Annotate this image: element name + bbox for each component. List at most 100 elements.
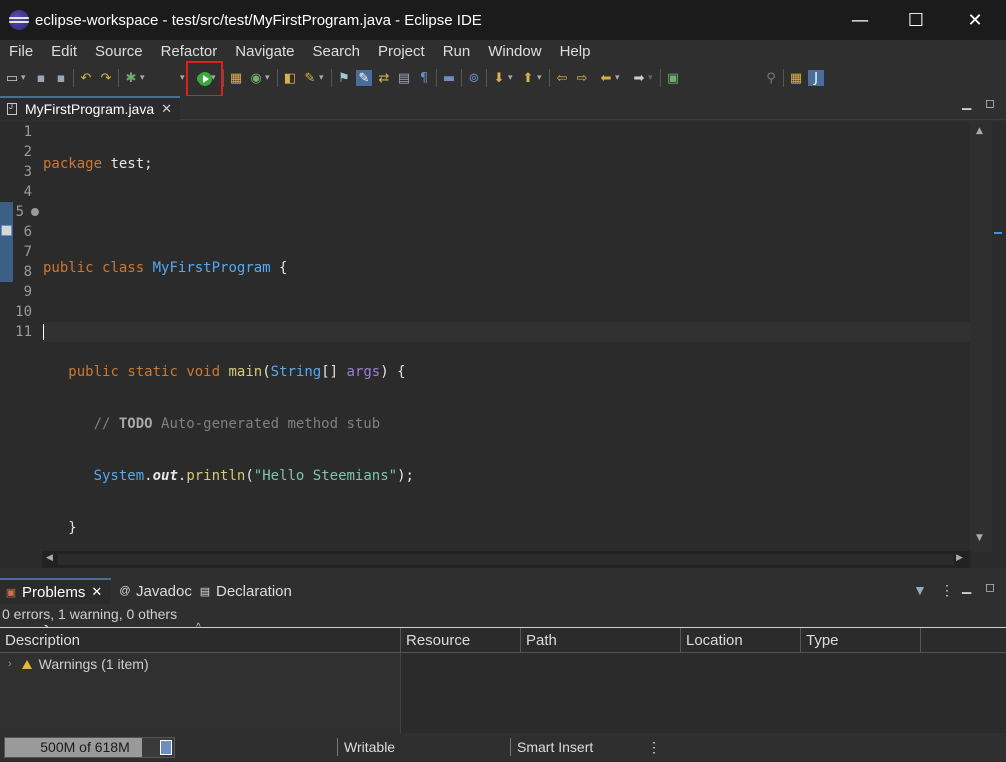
fold-toggle-icon[interactable] — [31, 208, 39, 216]
heap-status[interactable]: 500M of 618M — [4, 737, 175, 758]
minimize-button[interactable]: — — [837, 0, 883, 40]
tab-myfirstprogram-java[interactable]: MyFirstProgram.java ✕ — [0, 96, 180, 120]
column-resource[interactable]: Resource — [401, 628, 521, 653]
back-icon[interactable]: ⬅ — [598, 70, 614, 86]
open-type-icon[interactable]: ◧ — [282, 70, 298, 86]
eclipse-logo-icon — [9, 10, 29, 30]
tab-problems[interactable]: ▣ Problems ✕ — [0, 578, 111, 604]
menu-bar: File Edit Source Refactor Navigate Searc… — [0, 40, 1006, 62]
overview-ruler-marker[interactable] — [994, 232, 1002, 234]
forward-icon[interactable]: ➡ — [631, 70, 647, 86]
tab-declaration[interactable]: ▤ Declaration — [194, 578, 292, 604]
close-tab-icon[interactable]: ✕ — [161, 101, 172, 117]
scrollbar-thumb[interactable] — [58, 554, 954, 565]
forward-dropdown-icon[interactable]: ▾ — [648, 70, 656, 86]
menu-search[interactable]: Search — [303, 43, 369, 60]
debug-icon[interactable]: ✱ — [123, 70, 139, 86]
undo-icon[interactable]: ↶ — [78, 70, 94, 86]
code-token: . — [144, 468, 153, 484]
show-whitespace-icon[interactable]: ▤ — [396, 70, 412, 86]
tab-javadoc[interactable]: @ Javadoc — [114, 578, 191, 604]
save-icon[interactable]: ▪ — [33, 70, 49, 86]
menu-edit[interactable]: Edit — [42, 43, 86, 60]
line-number: 7 — [23, 244, 32, 260]
status-more-icon[interactable]: ⋮ — [647, 739, 661, 756]
code-token: test; — [102, 156, 153, 172]
filter-icon[interactable]: ▼ — [913, 582, 927, 598]
scroll-down-icon[interactable]: ▼ — [976, 533, 983, 543]
scroll-right-icon[interactable]: ▶ — [956, 553, 963, 563]
toggle-breadcrumb-icon[interactable]: ⚑ — [336, 70, 352, 86]
paragraph-icon[interactable]: ¶ — [416, 70, 432, 86]
search-icon[interactable]: ⚲ — [763, 70, 779, 86]
back-dropdown-icon[interactable]: ▾ — [615, 70, 623, 86]
maximize-view-icon[interactable]: ◻ — [985, 580, 995, 594]
menu-source[interactable]: Source — [86, 43, 152, 60]
maximize-editor-icon[interactable]: ◻ — [985, 96, 995, 110]
menu-window[interactable]: Window — [479, 43, 550, 60]
column-type[interactable]: Type — [801, 628, 921, 653]
new-icon[interactable]: ▭ — [4, 70, 20, 86]
tree-row-warnings[interactable]: › Warnings (1 item) — [8, 656, 149, 672]
code-editor[interactable]: 1 2 3 4 5 6 7 8 9 10 11 package test; pu… — [0, 122, 1006, 640]
block-selection-icon[interactable]: ⇄ — [376, 70, 392, 86]
toolbar-separator — [73, 69, 74, 87]
next-annotation-icon[interactable]: ⬇ — [491, 70, 507, 86]
debug-dropdown-icon[interactable]: ▾ — [140, 70, 148, 86]
text-caret — [43, 324, 44, 340]
tab-label: MyFirstProgram.java — [25, 101, 155, 117]
search-tool-icon[interactable]: ✎ — [302, 70, 318, 86]
open-perspective-icon[interactable]: ▦ — [788, 70, 804, 86]
horizontal-scrollbar[interactable]: ◀ ▶ — [42, 551, 970, 568]
column-location[interactable]: Location — [681, 628, 801, 653]
code-line: public static void main(String[] args) { — [43, 362, 968, 382]
task-marker-icon[interactable] — [1, 225, 12, 236]
prev-annotation-icon[interactable]: ⬆ — [520, 70, 536, 86]
static-field: out — [152, 468, 178, 484]
next-annotation-dropdown-icon[interactable]: ▾ — [508, 70, 516, 86]
new-package-icon[interactable]: ▦ — [228, 70, 244, 86]
status-bar: 500M of 618M Writable Smart Insert ⋮ — [0, 735, 1006, 762]
toolbar-separator — [118, 69, 119, 87]
prev-annotation-dropdown-icon[interactable]: ▾ — [537, 70, 545, 86]
view-menu-icon[interactable]: ⋮ — [940, 582, 954, 599]
redo-icon[interactable]: ↷ — [98, 70, 114, 86]
vertical-scrollbar[interactable]: ▲ ▼ — [970, 122, 992, 552]
menu-run[interactable]: Run — [434, 43, 480, 60]
comment: Auto-generated method stub — [152, 416, 381, 432]
keyword: public — [43, 260, 94, 276]
code-line: public class MyFirstProgram { — [43, 258, 968, 278]
close-tab-icon[interactable]: ✕ — [91, 584, 102, 600]
next-edit-icon[interactable]: ⇨ — [574, 70, 590, 86]
last-edit-icon[interactable]: ⇦ — [554, 70, 570, 86]
scroll-left-icon[interactable]: ◀ — [46, 553, 53, 563]
close-button[interactable]: ✕ — [952, 0, 998, 40]
menu-help[interactable]: Help — [551, 43, 600, 60]
menu-refactor[interactable]: Refactor — [152, 43, 227, 60]
show-source-icon[interactable]: ▬ — [441, 70, 457, 86]
new-dropdown-icon[interactable]: ▾ — [21, 70, 29, 86]
save-all-icon[interactable]: ▪ — [53, 70, 69, 86]
new-class-icon[interactable]: ◉ — [248, 70, 264, 86]
link-icon[interactable]: ⊚ — [466, 70, 482, 86]
maximize-button[interactable]: ☐ — [893, 0, 939, 40]
run-button[interactable] — [186, 61, 223, 97]
menu-project[interactable]: Project — [369, 43, 434, 60]
search-tool-dropdown-icon[interactable]: ▾ — [319, 70, 327, 86]
declaration-icon: ▤ — [199, 585, 211, 598]
java-perspective-icon[interactable]: J — [808, 70, 824, 86]
minimize-editor-icon[interactable]: ▁ — [962, 96, 971, 110]
garbage-collect-icon[interactable] — [160, 740, 172, 755]
expand-chevron-icon[interactable]: › — [8, 658, 12, 670]
column-path[interactable]: Path — [521, 628, 681, 653]
mark-occurrences-icon[interactable]: ✎ — [356, 70, 372, 86]
minimize-view-icon[interactable]: ▁ — [962, 580, 971, 594]
line-number: 1 — [23, 124, 32, 140]
new-class-dropdown-icon[interactable]: ▾ — [265, 70, 273, 86]
pin-editor-icon[interactable]: ▣ — [665, 70, 681, 86]
scroll-up-icon[interactable]: ▲ — [976, 126, 983, 136]
menu-file[interactable]: File — [0, 43, 42, 60]
menu-navigate[interactable]: Navigate — [226, 43, 303, 60]
toolbar-separator — [461, 69, 462, 87]
